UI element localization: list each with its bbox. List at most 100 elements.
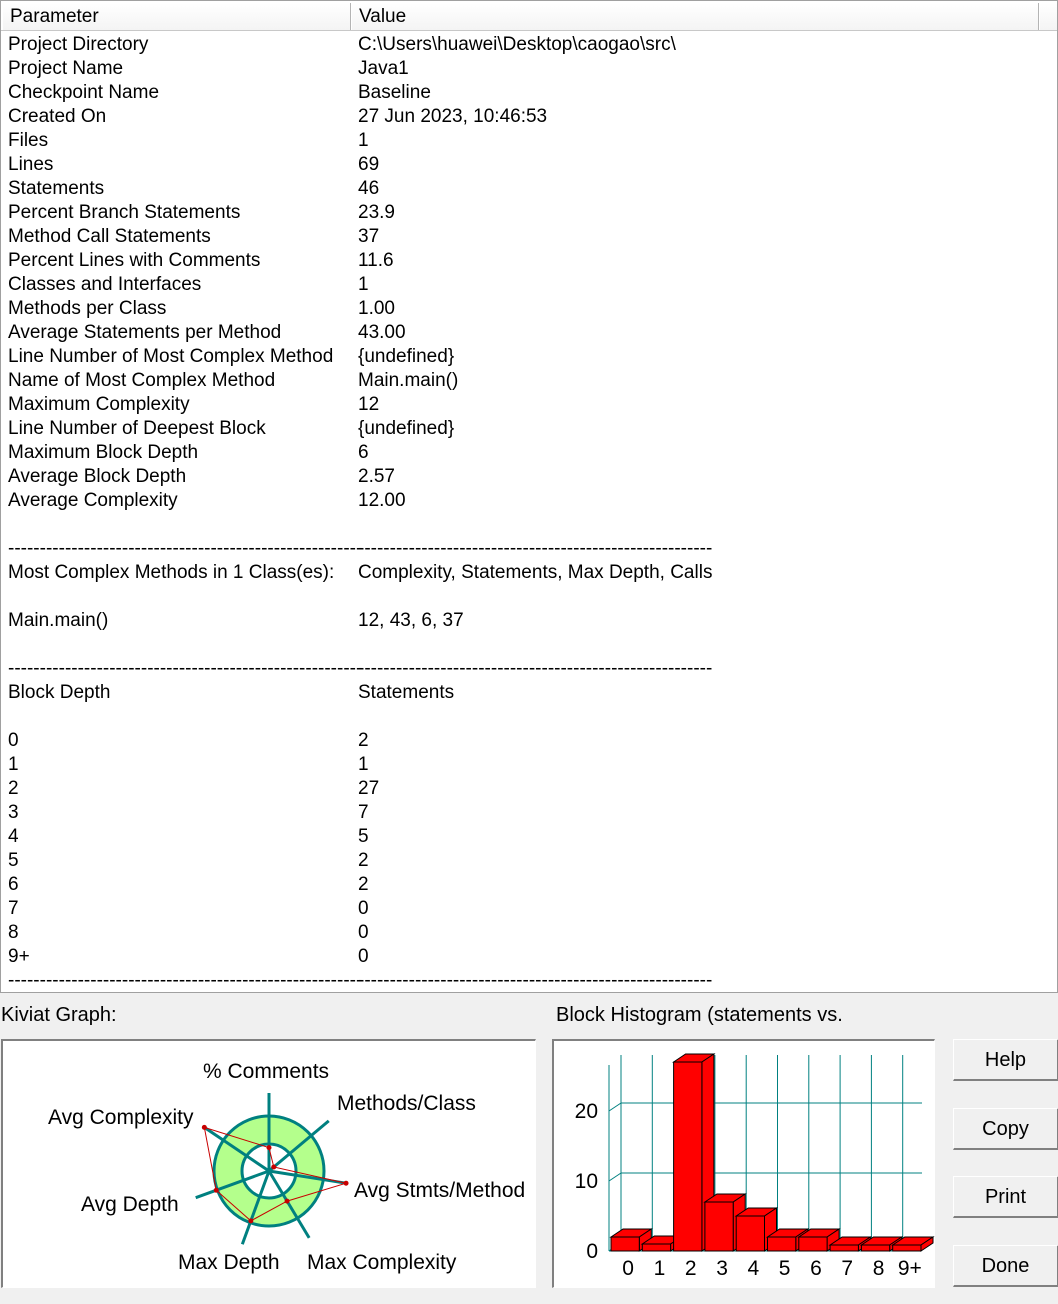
list-row[interactable]: Statements 46 (1, 177, 1041, 201)
list-row[interactable]: ----------------------------------------… (1, 657, 1041, 681)
list-row[interactable] (1, 585, 1041, 609)
list-row[interactable]: Methods per Class 1.00 (1, 297, 1041, 321)
value-cell: 0 (358, 898, 369, 919)
kiviat-axis-label: Max Depth (178, 1251, 280, 1274)
done-button[interactable]: Done (953, 1245, 1058, 1287)
kiviat-graph: % Comments Methods/Class Avg Stmts/Method M… (48, 1060, 525, 1274)
parameter-cell: Average Statements per Method (8, 322, 282, 343)
parameter-cell: Line Number of Most Complex Method (8, 346, 334, 367)
list-row[interactable]: Created On 27 Jun 2023, 10:46:53 (1, 105, 1041, 129)
column-header-parameter[interactable]: Parameter (2, 3, 351, 30)
kiviat-data-point (248, 1218, 254, 1224)
list-row[interactable]: Average Complexity 12.00 (1, 489, 1041, 513)
histogram-bar-front (704, 1201, 734, 1252)
list-row[interactable]: Lines 69 (1, 153, 1041, 177)
value-cell: 43.00 (358, 322, 406, 343)
column-header-value[interactable]: Value (351, 3, 1039, 30)
list-row[interactable]: 80 (1, 921, 1041, 945)
list-row[interactable]: Average Block Depth 2.57 (1, 465, 1041, 489)
kiviat-axis-label: Avg Stmts/Method (354, 1179, 525, 1202)
value-cell: 11.6 (358, 250, 394, 271)
list-row[interactable]: 70 (1, 897, 1041, 921)
parameter-cell: 1 (8, 754, 19, 775)
list-row[interactable]: 9+ 0 (1, 945, 1041, 969)
x-tick-label: 5 (779, 1257, 791, 1280)
list-row[interactable]: Percent Branch Statements 23.9 (1, 201, 1041, 225)
list-row[interactable]: Method Call Statements 37 (1, 225, 1041, 249)
metrics-rows: Project Directory C:\Users\huawei\Desktop… (1, 33, 1041, 992)
value-cell: 1 (358, 274, 369, 295)
list-row[interactable]: Maximum Block Depth 6 (1, 441, 1041, 465)
list-row[interactable]: Project Name Java1 (1, 57, 1041, 81)
list-row[interactable] (1, 633, 1041, 657)
list-row[interactable]: Line Number of Most Complex Method {undef… (1, 345, 1041, 369)
list-row[interactable]: Name of Most Complex Method Main.main() (1, 369, 1041, 393)
parameter-cell: 0 (8, 730, 19, 751)
list-row[interactable]: Classes and Interfaces 1 (1, 273, 1041, 297)
histogram-bar-front (673, 1061, 703, 1252)
parameter-cell: 7 (8, 898, 19, 919)
parameter-cell: Block Depth (8, 682, 111, 703)
column-header-filler (1039, 3, 1057, 30)
list-row[interactable]: Line Number of Deepest Block {undefined} (1, 417, 1041, 441)
parameter-cell: Checkpoint Name (8, 82, 160, 103)
parameter-cell: Project Directory (8, 34, 149, 55)
parameter-cell: 6 (8, 874, 19, 895)
value-cell: ----------------------------------------… (358, 538, 713, 559)
parameter-cell: Average Complexity (8, 490, 178, 511)
list-row[interactable]: 45 (1, 825, 1041, 849)
parameter-cell: Methods per Class (8, 298, 167, 319)
list-row[interactable]: Most Complex Methods in 1 Class(es): Comp… (1, 561, 1041, 585)
kiviat-graph-label: Kiviat Graph: (1, 1004, 117, 1026)
list-row[interactable]: Percent Lines with Comments 11.6 (1, 249, 1041, 273)
list-row[interactable]: 37 (1, 801, 1041, 825)
kiviat-data-point (201, 1124, 207, 1130)
kiviat-data-point (271, 1164, 277, 1170)
value-cell: ----------------------------------------… (358, 970, 713, 991)
print-button[interactable]: Print (953, 1176, 1058, 1218)
value-cell: 1 (358, 754, 369, 775)
kiviat-data-point (266, 1145, 272, 1151)
list-row[interactable]: Checkpoint Name Baseline (1, 81, 1041, 105)
list-row[interactable]: ----------------------------------------… (1, 537, 1041, 561)
list-row[interactable]: 11 (1, 753, 1041, 777)
list-row[interactable]: 62 (1, 873, 1041, 897)
parameter-cell: 4 (8, 826, 19, 847)
list-row[interactable]: Maximum Complexity 12 (1, 393, 1041, 417)
value-cell: 1.00 (358, 298, 395, 319)
help-button[interactable]: Help (953, 1039, 1058, 1081)
list-row[interactable]: 2 27 (1, 777, 1041, 801)
value-cell: 27 (358, 778, 380, 799)
list-row[interactable]: Block Depth Statements (1, 681, 1041, 705)
metrics-list-view[interactable]: Parameter Value Project Directory C:\User… (0, 0, 1058, 993)
list-row[interactable]: Files 1 (1, 129, 1041, 153)
list-row[interactable]: ----------------------------------------… (1, 969, 1041, 992)
parameter-cell: 8 (8, 922, 19, 943)
x-tick-label: 4 (748, 1257, 760, 1280)
x-tick-label: 3 (716, 1257, 728, 1280)
value-cell: 12 (358, 394, 380, 415)
x-tick-label: 6 (810, 1257, 822, 1280)
parameter-cell: ----------------------------------------… (8, 658, 363, 679)
copy-button[interactable]: Copy (953, 1108, 1058, 1150)
kiviat-data-point (284, 1198, 290, 1204)
list-row[interactable]: 02 (1, 729, 1041, 753)
value-cell: 7 (358, 802, 369, 823)
list-row[interactable]: 52 (1, 849, 1041, 873)
x-tick-label: 8 (873, 1257, 885, 1280)
grid-line (608, 1102, 622, 1112)
value-cell: {undefined} (358, 346, 455, 367)
parameter-cell: 2 (8, 778, 19, 799)
histogram-bar-front (798, 1236, 828, 1252)
x-tick-label: 2 (685, 1257, 697, 1280)
list-row[interactable]: Project Directory C:\Users\huawei\Desktop… (1, 33, 1041, 57)
list-row[interactable]: Main.main() 12, 43, 6, 37 (1, 609, 1041, 633)
parameter-cell: Maximum Complexity (8, 394, 190, 415)
list-row[interactable] (1, 705, 1041, 729)
parameter-cell: Percent Lines with Comments (8, 250, 261, 271)
histogram-bar-front (735, 1215, 765, 1252)
kiviat-data-point (213, 1187, 219, 1193)
list-row[interactable]: Average Statements per Method 43.00 (1, 321, 1041, 345)
value-cell: 2 (358, 730, 369, 751)
list-row[interactable] (1, 513, 1041, 537)
